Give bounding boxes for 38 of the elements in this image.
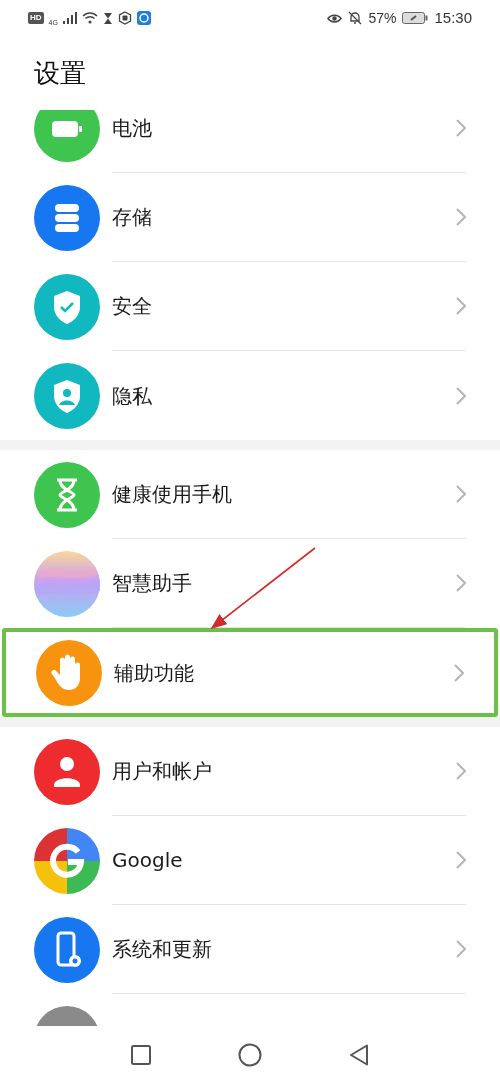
chevron-right-icon (456, 485, 466, 503)
eye-icon (327, 12, 343, 24)
chevron-right-icon (456, 208, 466, 226)
hourglass-icon (102, 11, 113, 25)
row-label: 系统和更新 (112, 936, 213, 963)
settings-row[interactable]: 辅助功能 (2, 628, 498, 717)
row-label: 辅助功能 (114, 659, 195, 687)
row-label: 电池 (112, 115, 153, 142)
chevron-right-icon (456, 386, 466, 405)
battery-icon (402, 12, 429, 24)
chevron-right-icon (456, 762, 466, 780)
bell-off-icon (348, 11, 363, 25)
chevron-right-icon (456, 940, 466, 958)
row-label: 健康使用手机 (112, 481, 233, 508)
assistant-orb-icon (34, 550, 100, 617)
chevron-right-icon (456, 119, 466, 137)
home-circle-icon[interactable] (238, 1043, 262, 1067)
chevron-right-icon (456, 297, 466, 315)
hd-badge: HD (28, 12, 44, 24)
clock-time: 15:30 (434, 7, 472, 28)
battery-percent: 57% (368, 8, 397, 28)
row-label: Google (112, 847, 184, 874)
wifi-icon (81, 12, 98, 24)
row-label: 安全 (112, 293, 153, 320)
chevron-right-icon (454, 663, 464, 682)
row-label: 存储 (112, 204, 153, 231)
chevron-right-icon (456, 851, 466, 869)
chevron-right-icon (456, 574, 466, 592)
back-triangle-icon[interactable] (349, 1044, 369, 1066)
signal-icon (62, 12, 77, 24)
row-label: 智慧助手 (112, 570, 193, 597)
app-icon (136, 11, 151, 25)
row-label: 隐私 (112, 382, 153, 410)
g-logo-icon (34, 827, 100, 894)
hexagon-hand-icon (117, 11, 132, 25)
page-title: 设置 (34, 56, 86, 90)
row-label: 用户和帐户 (112, 758, 213, 785)
square-icon[interactable] (131, 1045, 151, 1065)
